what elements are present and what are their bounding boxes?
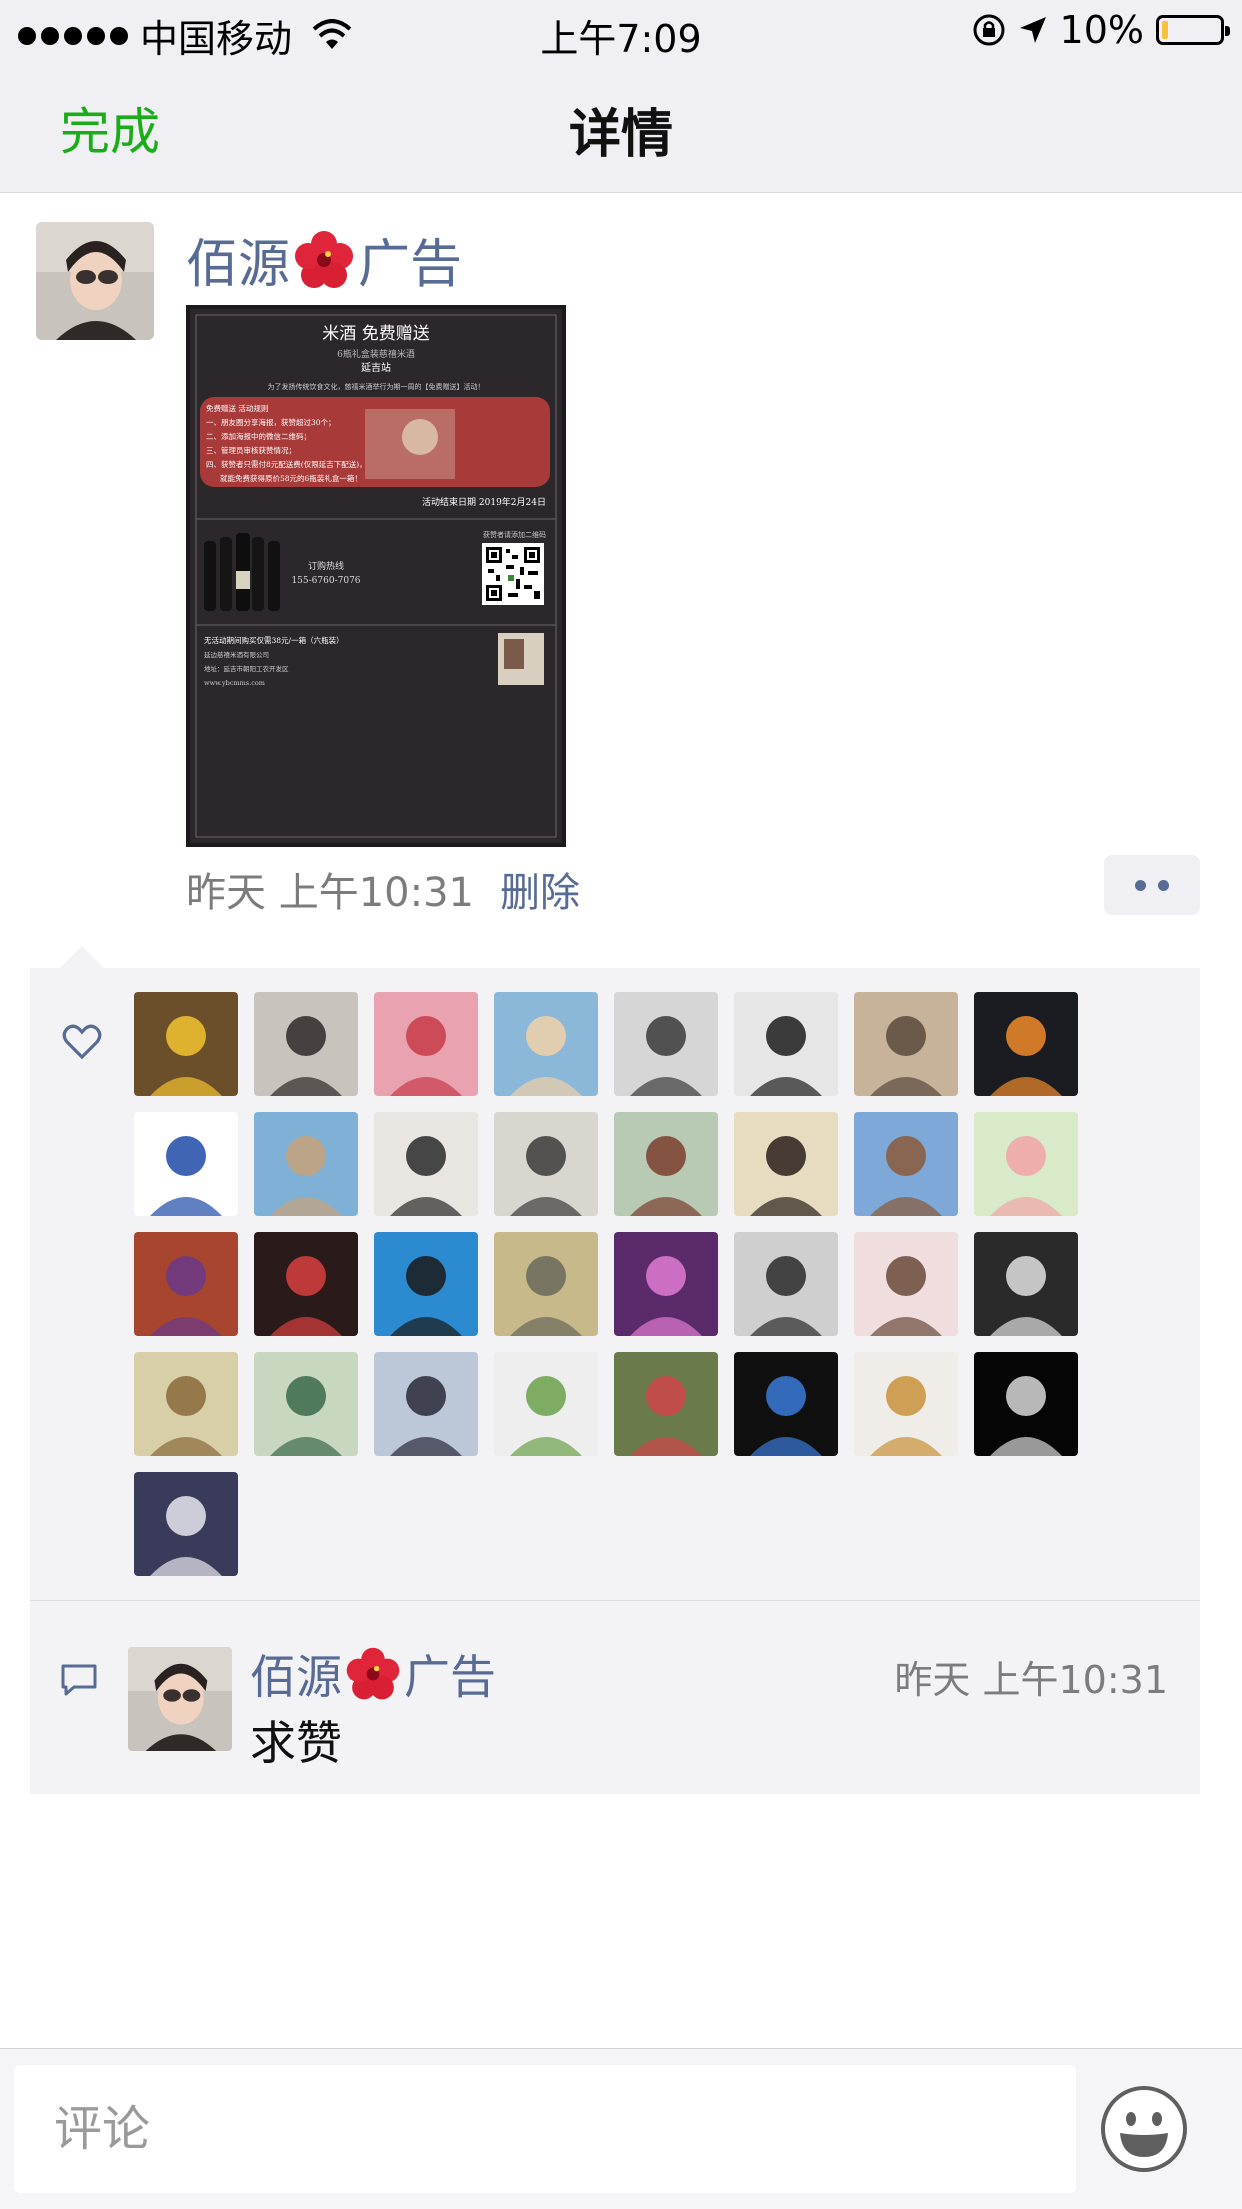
liker-avatar[interactable] <box>734 992 838 1096</box>
commenter-name-part2: 广告 <box>404 1650 496 1704</box>
liker-avatar[interactable] <box>614 1112 718 1216</box>
liker-avatar[interactable] <box>974 1232 1078 1336</box>
liker-avatar[interactable] <box>254 1232 358 1336</box>
poster-rules-title: 免费赠送 活动规则 <box>206 403 268 413</box>
liker-avatar[interactable] <box>854 1112 958 1216</box>
poster-bottom-line-2: 延边慈禧米酒有限公司 <box>204 650 269 659</box>
liker-avatar[interactable] <box>494 992 598 1096</box>
poster-qr-caption: 获赞者请添加二维码 <box>483 530 546 539</box>
likes-section <box>30 946 1200 1601</box>
liker-avatar[interactable] <box>134 1232 238 1336</box>
comment-text: 求赞 <box>250 1716 342 1770</box>
poster-bottles <box>204 533 280 611</box>
dot-icon <box>1135 879 1146 891</box>
liker-avatar[interactable] <box>134 1472 238 1576</box>
poster-hotline: 155-6760-7076 <box>291 576 360 586</box>
battery-icon <box>1156 15 1230 45</box>
liker-avatar[interactable] <box>134 992 238 1096</box>
commenter-avatar[interactable] <box>128 1647 232 1751</box>
liker-avatar[interactable] <box>254 1112 358 1216</box>
comment-bubble-icon <box>61 1664 97 1696</box>
status-right: 10% <box>972 8 1230 52</box>
comment-timestamp: 昨天 上午10:31 <box>894 1658 1168 1702</box>
liker-avatar[interactable] <box>974 1352 1078 1456</box>
liker-avatar[interactable] <box>134 1112 238 1216</box>
liker-avatar[interactable] <box>494 1232 598 1336</box>
liker-avatar[interactable] <box>614 1232 718 1336</box>
author-name[interactable]: 佰源 广告 <box>186 222 462 297</box>
poster-bottom-line-1: 无活动期间购买仅需38元/一箱（六瓶装） <box>204 635 344 645</box>
poster-intro: 为了发扬传统饮食文化，慈禧米酒举行为期一周的【免费赠送】活动！ <box>268 382 485 391</box>
post-image-poster[interactable]: 米酒 免费赠送 6瓶礼盒装慈禧米酒 延吉站 为了发扬传统饮食文化，慈禧米酒举行为… <box>186 305 566 847</box>
liker-avatar[interactable] <box>974 1112 1078 1216</box>
poster-rule-3: 三、管理员审核获赞情况； <box>206 445 296 455</box>
battery-level-fill <box>1162 21 1168 39</box>
emoji-icon[interactable] <box>1100 2085 1188 2173</box>
liker-avatar[interactable] <box>134 1352 238 1456</box>
liker-avatar[interactable] <box>614 992 718 1096</box>
more-actions-button[interactable] <box>1104 855 1200 915</box>
comment-input-bar <box>0 2048 1242 2209</box>
liker-avatar[interactable] <box>254 1352 358 1456</box>
rotation-lock-icon <box>973 14 1005 46</box>
author-avatar[interactable] <box>36 222 154 340</box>
poster-title: 米酒 免费赠送 <box>322 324 429 344</box>
poster-location: 延吉站 <box>361 361 391 374</box>
poster-rule-2: 二、添加海报中的微信二维码； <box>206 431 311 441</box>
location-arrow-icon <box>1019 17 1046 43</box>
commenter-name[interactable]: 佰源 广告 <box>250 1641 496 1707</box>
navigation-bar: 完成 详情 <box>0 62 1242 193</box>
liker-avatar[interactable] <box>254 992 358 1096</box>
liker-avatar[interactable] <box>614 1352 718 1456</box>
liker-avatar[interactable] <box>854 1232 958 1336</box>
liker-avatar[interactable] <box>494 1352 598 1456</box>
post-timestamp: 昨天 上午10:31 <box>186 870 474 916</box>
comments-section: 佰源 广告 昨天 上午10:31 求赞 <box>30 1601 1200 1794</box>
heart-icon <box>62 1024 102 1060</box>
liker-avatar[interactable] <box>374 992 478 1096</box>
poster-subtitle: 6瓶礼盒装慈禧米酒 <box>337 348 415 360</box>
hibiscus-icon <box>295 230 354 288</box>
author-name-part2: 广告 <box>358 235 463 295</box>
poster-rule-5: 就能免费获得原价58元的6瓶装礼盒一箱！ <box>220 473 362 483</box>
delete-button[interactable]: 删除 <box>500 860 580 918</box>
battery-percent: 10% <box>1059 8 1144 52</box>
liker-avatar[interactable] <box>974 992 1078 1096</box>
poster-website: www.ybcmms.com <box>204 679 265 687</box>
liker-avatar[interactable] <box>374 1352 478 1456</box>
liker-avatar[interactable] <box>734 1232 838 1336</box>
qr-code-icon <box>482 543 544 605</box>
commenter-name-part1: 佰源 <box>250 1650 342 1704</box>
poster-bottom-line-3: 地址：延吉市朝阳工农开发区 <box>204 664 289 673</box>
author-name-part1: 佰源 <box>186 235 291 295</box>
liker-avatar[interactable] <box>734 1352 838 1456</box>
liker-avatar[interactable] <box>854 992 958 1096</box>
poster-hotline-label: 订购热线 <box>308 560 344 572</box>
poster-rule-1: 一、朋友圈分享海报，获赞超过30个； <box>206 417 336 427</box>
dot-icon <box>1158 879 1169 891</box>
page-title: 详情 <box>568 105 673 165</box>
poster-end-date: 活动结束日期 2019年2月24日 <box>422 496 546 508</box>
liker-avatar[interactable] <box>734 1112 838 1216</box>
liker-avatar[interactable] <box>374 1112 478 1216</box>
liker-avatar[interactable] <box>374 1232 478 1336</box>
hibiscus-icon <box>346 1647 400 1700</box>
liker-avatar[interactable] <box>494 1112 598 1216</box>
liker-avatar[interactable] <box>854 1352 958 1456</box>
status-bar: 中国移动 上午7:09 10% <box>0 0 1242 62</box>
comment-input[interactable] <box>14 2065 1076 2193</box>
poster-rule-4: 四、获赞者只需付8元配送费(仅限延吉下配送)， <box>206 459 367 469</box>
